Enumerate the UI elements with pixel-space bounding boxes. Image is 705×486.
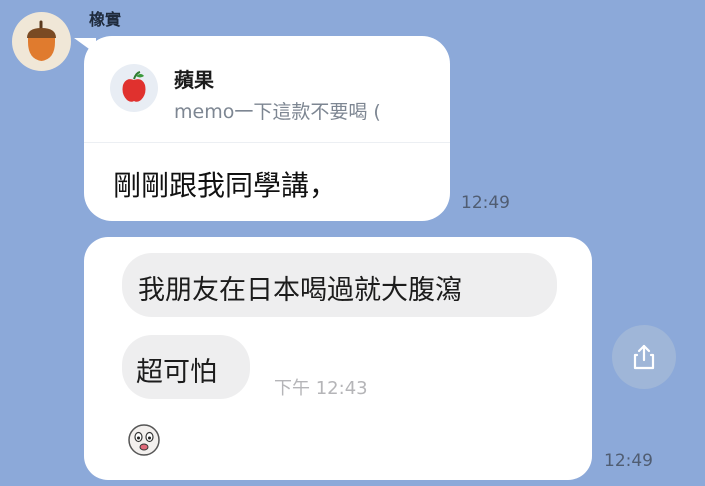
message-bubble-screenshot[interactable]: 我朋友在日本喝過就大腹瀉 超可怕 下午 12:43: [84, 237, 592, 480]
reply-divider: [84, 142, 450, 143]
quoted-text: 超可怕: [136, 357, 217, 388]
message-time: 12:49: [461, 193, 510, 213]
sender-avatar[interactable]: [12, 12, 71, 71]
message-bubble-reply[interactable]: 蘋果 memo一下這款不要喝 ( 剛剛跟我同學講，: [84, 36, 450, 221]
reply-sender-name: 蘋果: [174, 68, 214, 92]
acorn-icon: [27, 20, 56, 61]
share-button[interactable]: [612, 325, 676, 389]
message-time: 12:49: [604, 451, 653, 471]
sender-name: 橡實: [89, 10, 122, 29]
reply-avatar: [110, 64, 158, 112]
message-text: 剛剛跟我同學講，: [113, 169, 338, 202]
share-icon: [633, 344, 655, 370]
apple-icon: [122, 71, 146, 102]
quoted-bubble: 超可怕: [122, 335, 250, 399]
quoted-time: 下午 12:43: [274, 378, 368, 399]
cartoon-face-sticker-icon: [128, 424, 160, 456]
sticker: [126, 422, 162, 458]
reply-preview-text: memo一下這款不要喝 (: [174, 101, 381, 123]
quoted-bubble: 我朋友在日本喝過就大腹瀉: [122, 253, 557, 317]
quoted-text: 我朋友在日本喝過就大腹瀉: [138, 275, 462, 306]
